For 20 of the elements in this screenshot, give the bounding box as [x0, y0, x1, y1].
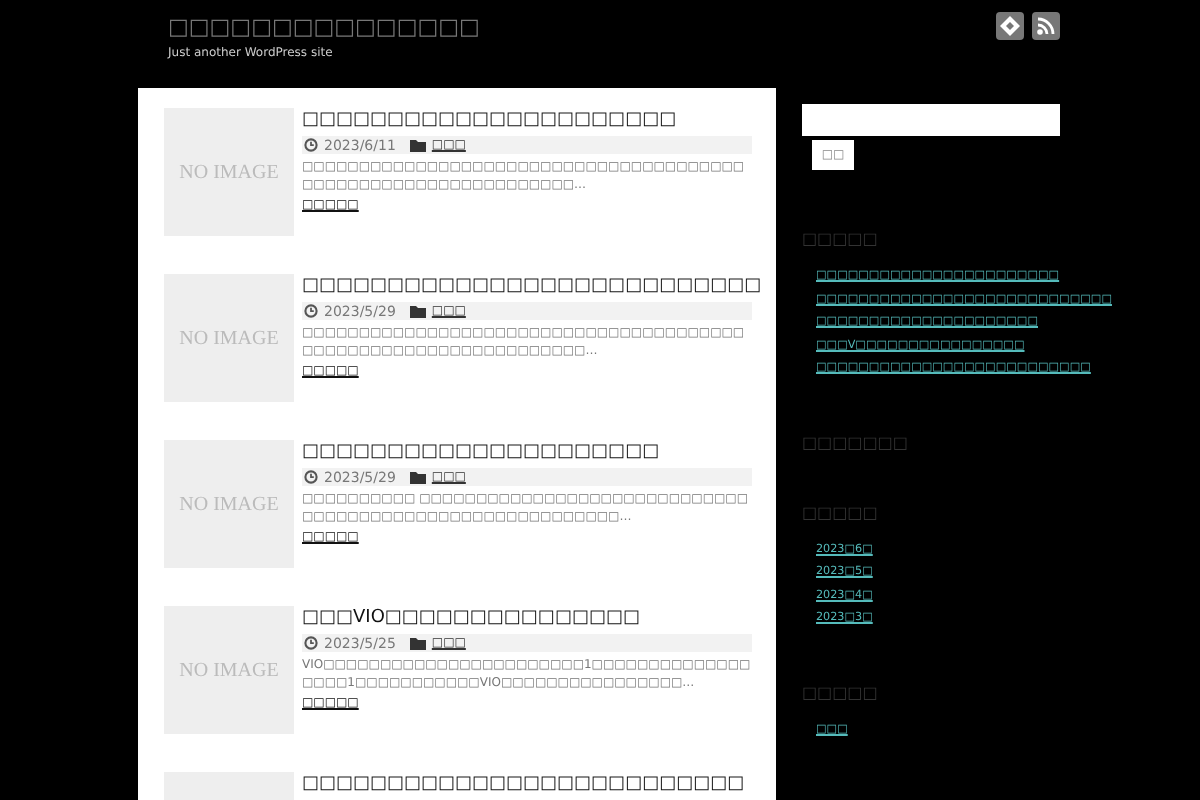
post-title[interactable]: □□□□□□□□□□□□□□□□□□□□□□: [302, 108, 752, 132]
post-title[interactable]: □□□VIO□□□□□□□□□□□□□□□: [302, 606, 752, 630]
clock-icon: [304, 636, 318, 650]
widget-title: □□□□□: [802, 503, 880, 521]
folder-icon: [409, 637, 426, 649]
widget-title: □□□□□: [802, 683, 880, 701]
clock-icon: [304, 304, 318, 318]
folder-icon: [409, 471, 426, 483]
clock-icon: [304, 138, 318, 152]
post-title[interactable]: □□□□□□□□□□□□□□□□□□□□□□□□□□: [302, 772, 752, 796]
widget-title: □□□□□: [802, 230, 880, 248]
leaf-icon[interactable]: [996, 12, 1024, 40]
site-title[interactable]: □□□□□□□□□□□□□□□: [168, 12, 480, 42]
rss-icon[interactable]: [1032, 12, 1060, 40]
clock-icon: [304, 470, 318, 484]
folder-icon: [409, 139, 426, 151]
widget-title: □□□□□□□: [802, 433, 910, 451]
search-field[interactable]: [802, 104, 1060, 136]
post-title[interactable]: □□□□□□□□□□□□□□□□□□□□□: [302, 440, 752, 464]
folder-icon: [409, 305, 426, 317]
